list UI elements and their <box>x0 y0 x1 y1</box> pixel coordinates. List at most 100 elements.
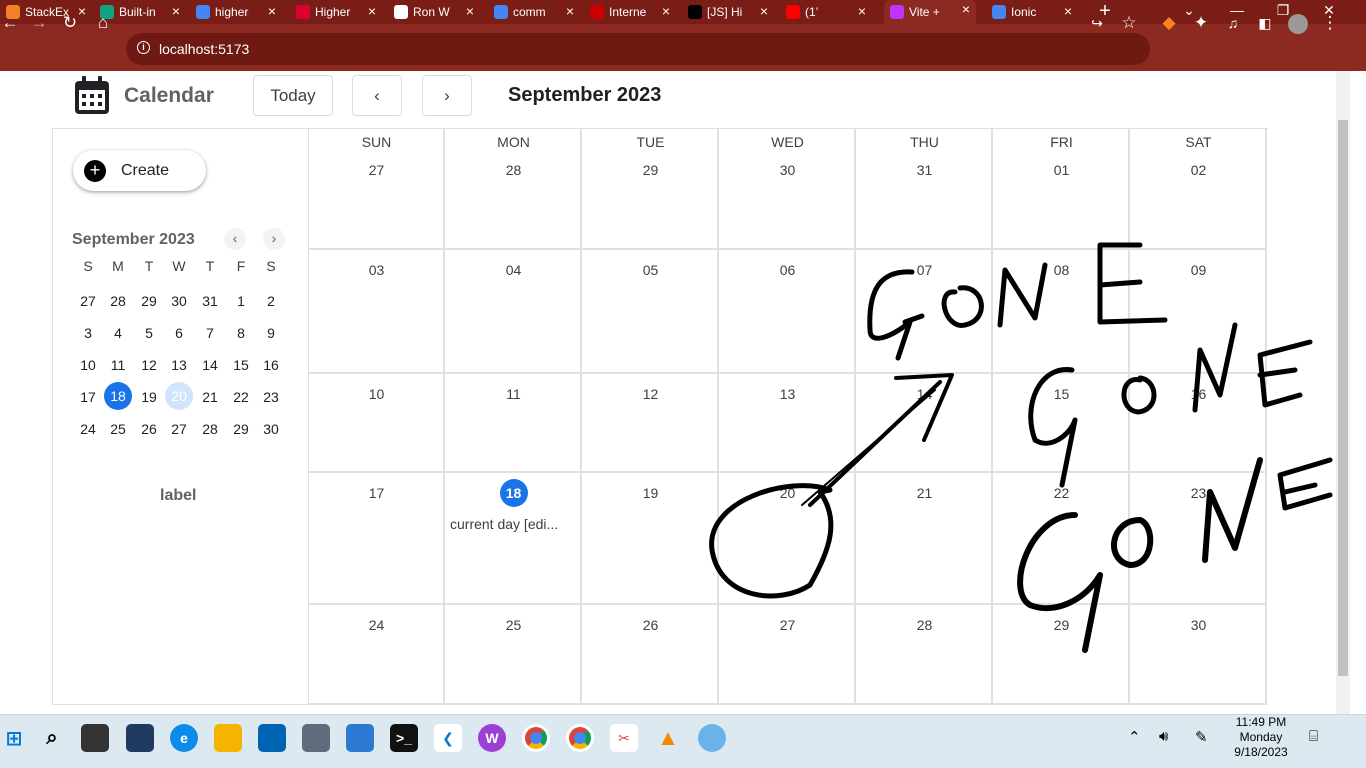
search-icon[interactable]: ⌕ <box>38 724 66 752</box>
create-button[interactable]: + Create <box>73 150 206 191</box>
browser-tab[interactable]: Higher × <box>290 2 382 22</box>
file-explorer-icon[interactable] <box>214 724 242 752</box>
mini-day[interactable]: 3 <box>74 325 102 341</box>
pen-icon[interactable]: ✎ <box>1195 728 1208 746</box>
notifications-icon[interactable]: ⌸ <box>1309 728 1318 745</box>
address-bar[interactable] <box>126 33 1150 65</box>
mini-day[interactable]: 20 <box>165 382 193 410</box>
browser-tab[interactable]: Interne × <box>584 2 676 22</box>
event-chip[interactable]: current day [edi... <box>450 516 575 532</box>
day-cell[interactable] <box>1130 128 1267 250</box>
mini-day[interactable]: 10 <box>74 357 102 373</box>
store-icon[interactable] <box>258 724 286 752</box>
mini-day[interactable]: 27 <box>74 293 102 309</box>
tab-close-icon[interactable]: × <box>268 3 276 19</box>
mini-day[interactable]: 21 <box>196 389 224 405</box>
mini-day[interactable]: 7 <box>196 325 224 341</box>
tab-close-icon[interactable]: × <box>368 3 376 19</box>
day-cell[interactable] <box>445 128 582 250</box>
network-tool-icon[interactable] <box>698 724 726 752</box>
mini-day[interactable]: 28 <box>196 421 224 437</box>
sidepanel-icon[interactable]: ◧ <box>1253 11 1277 35</box>
mini-day[interactable]: 29 <box>227 421 255 437</box>
edge-icon[interactable]: e <box>170 724 198 752</box>
mini-day[interactable]: 26 <box>135 421 163 437</box>
mini-day[interactable]: 25 <box>104 421 132 437</box>
day-cell[interactable] <box>308 128 445 250</box>
browser-tab[interactable]: [JS] Hi × <box>682 2 774 22</box>
system-clock[interactable]: 11:49 PM Monday 9/18/2023 <box>1226 714 1296 760</box>
camera-icon[interactable] <box>302 724 330 752</box>
today-button[interactable]: Today <box>253 75 333 116</box>
tab-close-icon[interactable]: × <box>566 3 574 19</box>
mini-day[interactable]: 1 <box>227 293 255 309</box>
next-month-button[interactable]: › <box>422 75 472 116</box>
forward-icon[interactable]: → <box>27 11 51 35</box>
windows-start-icon[interactable]: ⊞ <box>0 724 28 752</box>
chrome-profile-icon[interactable] <box>566 724 594 752</box>
mini-day[interactable]: 31 <box>196 293 224 309</box>
mini-day[interactable]: 4 <box>104 325 132 341</box>
mini-day[interactable]: 13 <box>165 357 193 373</box>
mini-day[interactable]: 29 <box>135 293 163 309</box>
mini-day[interactable]: 8 <box>227 325 255 341</box>
browser-tab[interactable]: (1’ × <box>780 2 872 22</box>
day-cell[interactable] <box>719 128 856 250</box>
extensions-icon[interactable]: ✦ <box>1189 11 1213 35</box>
mini-day[interactable]: 14 <box>196 357 224 373</box>
tab-close-icon[interactable]: × <box>760 3 768 19</box>
mini-day[interactable]: 5 <box>135 325 163 341</box>
mini-day[interactable]: 23 <box>257 389 285 405</box>
notepad-icon[interactable] <box>346 724 374 752</box>
widgets-icon[interactable] <box>126 724 154 752</box>
mini-day[interactable]: 16 <box>257 357 285 373</box>
mini-day[interactable]: 30 <box>165 293 193 309</box>
metamask-icon[interactable]: ◆ <box>1157 11 1181 35</box>
prev-month-button[interactable]: ‹ <box>352 75 402 116</box>
bookmark-star-icon[interactable]: ☆ <box>1117 11 1141 35</box>
chrome-icon[interactable] <box>522 724 550 752</box>
scrollbar-thumb[interactable] <box>1338 120 1348 676</box>
tab-close-icon[interactable]: × <box>662 3 670 19</box>
tab-close-icon[interactable]: × <box>858 3 866 19</box>
task-view-icon[interactable] <box>81 724 109 752</box>
tray-chevron-icon[interactable]: ⌃ <box>1128 728 1141 746</box>
mini-day[interactable]: 24 <box>74 421 102 437</box>
site-info-icon[interactable]: i <box>137 41 150 54</box>
mini-day[interactable]: 30 <box>257 421 285 437</box>
mini-day[interactable]: 22 <box>227 389 255 405</box>
mini-day[interactable]: 2 <box>257 293 285 309</box>
reload-icon[interactable]: ↻ <box>58 11 82 35</box>
day-cell[interactable] <box>993 128 1130 250</box>
mini-day[interactable]: 11 <box>104 357 132 373</box>
tab-close-icon[interactable]: × <box>962 1 970 17</box>
mini-day[interactable]: 18 <box>104 382 132 410</box>
browser-tab[interactable]: Ron W × <box>388 2 480 22</box>
browser-tab[interactable]: Ionic × <box>986 2 1078 22</box>
mini-day[interactable]: 12 <box>135 357 163 373</box>
share-icon[interactable]: ↪ <box>1085 11 1109 35</box>
tab-close-icon[interactable]: × <box>172 3 180 19</box>
vlc-icon[interactable]: ▲ <box>654 724 682 752</box>
terminal-icon[interactable]: >_ <box>390 724 418 752</box>
mini-day[interactable]: 6 <box>165 325 193 341</box>
vscode-icon[interactable]: ❮ <box>434 724 462 752</box>
tab-close-icon[interactable]: × <box>466 3 474 19</box>
mini-day[interactable]: 17 <box>74 389 102 405</box>
wps-icon[interactable]: W <box>478 724 506 752</box>
volume-icon[interactable]: 🔊︎ <box>1159 728 1168 745</box>
day-cell[interactable] <box>582 128 719 250</box>
home-icon[interactable]: ⌂ <box>91 11 115 35</box>
mini-day[interactable]: 9 <box>257 325 285 341</box>
menu-kebab-icon[interactable]: ⋮ <box>1318 11 1342 35</box>
profile-avatar[interactable] <box>1286 11 1310 35</box>
mini-day[interactable]: 15 <box>227 357 255 373</box>
tab-close-icon[interactable]: × <box>1064 3 1072 19</box>
media-icon[interactable]: ♫ <box>1221 11 1245 35</box>
snipping-icon[interactable]: ✂ <box>610 724 638 752</box>
mini-day[interactable]: 19 <box>135 389 163 405</box>
mini-prev-button[interactable]: ‹ <box>224 228 246 250</box>
mini-day[interactable]: 28 <box>104 293 132 309</box>
browser-tab[interactable]: higher × <box>190 2 282 22</box>
mini-next-button[interactable]: › <box>263 228 285 250</box>
